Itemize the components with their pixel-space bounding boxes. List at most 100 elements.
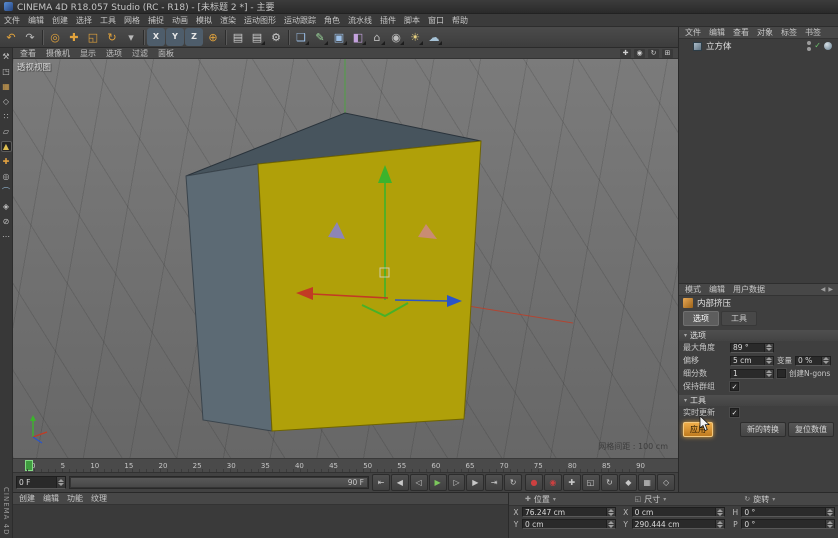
create-ngons-checkbox[interactable]: [777, 369, 786, 378]
variance-field[interactable]: 0 %: [795, 356, 831, 366]
spinner[interactable]: [764, 344, 773, 352]
scene-dropdown[interactable]: ⌂: [368, 28, 386, 46]
enable-axis-button[interactable]: ✚: [1, 156, 12, 167]
spinner[interactable]: [825, 520, 834, 528]
apply-button[interactable]: 应用: [683, 422, 713, 437]
viewport-menu-item[interactable]: 选项: [101, 48, 127, 59]
timeline-range-bar[interactable]: 90 F: [71, 478, 367, 487]
primitive-cube-dropdown[interactable]: ❑: [292, 28, 310, 46]
current-frame-field[interactable]: 0 F: [16, 476, 66, 489]
spinner[interactable]: [821, 357, 830, 365]
attribute-menu-item[interactable]: 编辑: [705, 284, 729, 295]
coordinate-system-button[interactable]: ⊕: [204, 28, 222, 46]
size-group[interactable]: ◱ 尺寸 ▾: [619, 494, 729, 505]
material-menu-item[interactable]: 编辑: [39, 493, 63, 504]
goto-end-button[interactable]: ⇥: [485, 474, 503, 491]
spinner[interactable]: [825, 508, 834, 516]
loop-button[interactable]: ↻: [504, 474, 522, 491]
spinner[interactable]: [606, 508, 615, 516]
x-axis-lock-button[interactable]: X: [147, 28, 165, 46]
polygon-mode-button[interactable]: ▲: [1, 141, 12, 152]
reset-values-button[interactable]: 复位数值: [788, 422, 834, 437]
prev-key-button[interactable]: ◀: [391, 474, 409, 491]
spinner[interactable]: [715, 520, 724, 528]
viewport-menu-item[interactable]: 查看: [15, 48, 41, 59]
size-x-field[interactable]: 0 cm: [632, 507, 726, 517]
attribute-tab[interactable]: 选项: [683, 311, 719, 326]
timeline-playhead[interactable]: [25, 460, 33, 471]
new-transform-button[interactable]: 新的转换: [740, 422, 786, 437]
size-y-field[interactable]: 290.444 cm: [632, 519, 726, 529]
record-parameter-button[interactable]: ◆: [619, 474, 637, 491]
viewport-menu-item[interactable]: 摄像机: [41, 48, 75, 59]
spinner[interactable]: [715, 508, 724, 516]
attr-forward-icon[interactable]: ▶: [828, 286, 833, 293]
attribute-tab[interactable]: 工具: [721, 311, 757, 326]
title-bar[interactable]: CINEMA 4D R18.057 Studio (RC - R18) - [未…: [0, 0, 838, 14]
keyframe-selection-button[interactable]: ◇: [657, 474, 675, 491]
position-group[interactable]: ✚ 位置 ▾: [509, 494, 619, 505]
object-manager-menu-item[interactable]: 编辑: [705, 27, 729, 38]
toggle-layout-icon[interactable]: ⊞: [662, 49, 673, 58]
rotation-group[interactable]: ↻ 旋转 ▾: [728, 494, 838, 505]
rotate-view-icon[interactable]: ↻: [648, 49, 659, 58]
object-manager-menu-item[interactable]: 书签: [801, 27, 825, 38]
viewport-solo-button[interactable]: ◎: [1, 171, 12, 182]
object-manager-menu-item[interactable]: 文件: [681, 27, 705, 38]
object-row-cube[interactable]: 立方体 ✓: [679, 39, 838, 53]
max-angle-field[interactable]: 89 °: [730, 343, 774, 353]
menu-item[interactable]: 运动图形: [240, 15, 280, 26]
deformer-dropdown[interactable]: ◧: [349, 28, 367, 46]
rotation-h-field[interactable]: 0 °: [741, 507, 835, 517]
render-settings-button[interactable]: ⚙: [267, 28, 285, 46]
timeline-range-scrollbar[interactable]: 90 F: [69, 476, 369, 489]
options-section-header[interactable]: ▾ 选项: [679, 330, 838, 341]
menu-item[interactable]: 捕捉: [144, 15, 168, 26]
spinner[interactable]: [56, 477, 65, 488]
menu-item[interactable]: 模拟: [192, 15, 216, 26]
menu-item[interactable]: 插件: [376, 15, 400, 26]
locked-workplane-button[interactable]: ⊘: [1, 216, 12, 227]
texture-mode-button[interactable]: ▦: [1, 81, 12, 92]
last-tool-dropdown[interactable]: ▾: [122, 28, 140, 46]
redo-button[interactable]: ↷: [21, 28, 39, 46]
subdivision-field[interactable]: 1: [730, 369, 774, 379]
menu-item[interactable]: 流水线: [344, 15, 376, 26]
rotate-tool[interactable]: ↻: [103, 28, 121, 46]
point-mode-button[interactable]: ∷: [1, 111, 12, 122]
record-position-button[interactable]: ✚: [563, 474, 581, 491]
camera-dropdown[interactable]: ◉: [387, 28, 405, 46]
more-modes-button[interactable]: ⋯: [1, 231, 12, 242]
visibility-dots[interactable]: [807, 41, 811, 51]
spline-pen-dropdown[interactable]: ✎: [311, 28, 329, 46]
object-manager-menu-item[interactable]: 查看: [729, 27, 753, 38]
offset-field[interactable]: 5 cm: [730, 356, 774, 366]
undo-button[interactable]: ↶: [2, 28, 20, 46]
menu-item[interactable]: 文件: [0, 15, 24, 26]
render-to-picture-viewer-dropdown[interactable]: ▤: [248, 28, 266, 46]
menu-item[interactable]: 窗口: [424, 15, 448, 26]
make-editable-button[interactable]: ⚒: [1, 51, 12, 62]
material-list-empty[interactable]: [13, 505, 508, 538]
autokey-button[interactable]: ◉: [544, 474, 562, 491]
object-manager-menu-item[interactable]: 对象: [753, 27, 777, 38]
scale-tool[interactable]: ◱: [84, 28, 102, 46]
spinner[interactable]: [606, 520, 615, 528]
attr-back-icon[interactable]: ◀: [821, 286, 826, 293]
move-tool[interactable]: ✚: [65, 28, 83, 46]
tool-section-header[interactable]: ▾ 工具: [679, 395, 838, 406]
object-manager-menu-item[interactable]: 标签: [777, 27, 801, 38]
record-rotation-button[interactable]: ↻: [601, 474, 619, 491]
edge-mode-button[interactable]: ▱: [1, 126, 12, 137]
attribute-menu-item[interactable]: 用户数据: [729, 284, 769, 295]
phong-tag-icon[interactable]: [824, 42, 832, 50]
goto-start-button[interactable]: ⇤: [372, 474, 390, 491]
next-frame-button[interactable]: ▷: [448, 474, 466, 491]
workplane-snap-button[interactable]: ◈: [1, 201, 12, 212]
preserve-groups-checkbox[interactable]: [730, 382, 739, 391]
material-menu-item[interactable]: 纹理: [87, 493, 111, 504]
viewport-canvas[interactable]: 透视视图 网格间距 : 100 cm: [13, 59, 678, 458]
live-selection-tool[interactable]: ◎: [46, 28, 64, 46]
menu-item[interactable]: 工具: [96, 15, 120, 26]
menu-item[interactable]: 创建: [48, 15, 72, 26]
